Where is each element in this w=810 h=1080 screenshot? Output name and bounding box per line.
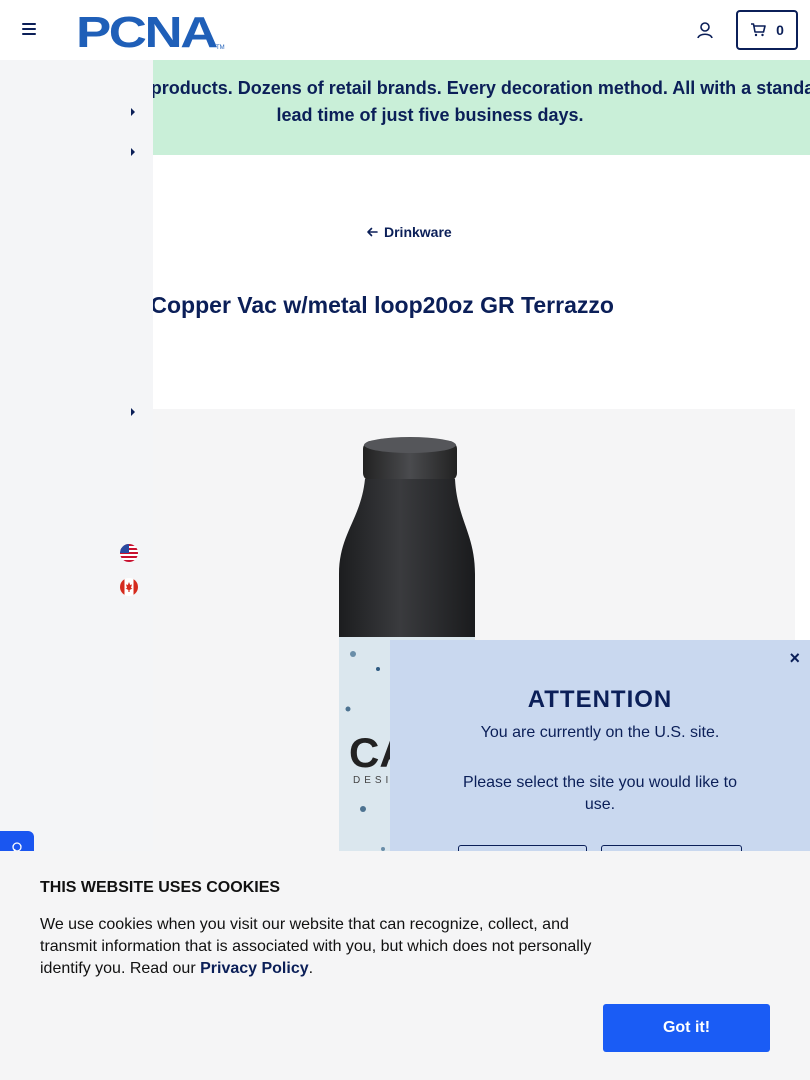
breadcrumb-back-link[interactable]: Drinkware	[366, 224, 452, 240]
menu-icon[interactable]	[20, 20, 38, 40]
cookie-title: THIS WEBSITE USES COOKIES	[40, 879, 281, 896]
cart-count: 0	[776, 22, 784, 38]
cookie-text-body: We use cookies when you visit our websit…	[40, 916, 592, 977]
site-header: PCNA TM 0	[0, 0, 810, 60]
svg-text:TM: TM	[216, 45, 225, 51]
privacy-policy-link[interactable]: Privacy Policy	[200, 960, 309, 977]
user-icon[interactable]	[694, 20, 716, 42]
cart-button[interactable]: 0	[736, 10, 798, 50]
attention-title: ATTENTION	[527, 686, 673, 713]
us-flag-icon[interactable]	[120, 544, 138, 562]
got-it-button[interactable]: Got it!	[603, 1004, 770, 1052]
cart-icon	[751, 23, 766, 37]
chevron-right-icon[interactable]	[128, 406, 138, 418]
site-select-modal: × ATTENTION You are currently on the U.S…	[390, 640, 810, 885]
cookie-text: We use cookies when you visit our websit…	[40, 914, 600, 980]
arrow-left-icon	[367, 227, 378, 237]
breadcrumb-back-label: Drinkware	[384, 224, 452, 240]
chevron-right-icon[interactable]	[128, 146, 138, 158]
attention-prompt: Please select the site you would like to…	[463, 774, 737, 813]
pcna-logo[interactable]: PCNA TM	[76, 10, 226, 52]
svg-text:PCNA: PCNA	[76, 10, 217, 52]
cookie-banner: THIS WEBSITE USES COOKIES We use cookies…	[0, 851, 810, 1080]
close-icon[interactable]: ×	[789, 648, 800, 669]
chevron-right-icon[interactable]	[128, 106, 138, 118]
cookie-text-end: .	[308, 960, 314, 977]
attention-message: You are currently on the U.S. site.	[480, 724, 720, 741]
canada-flag-icon[interactable]	[120, 578, 138, 596]
